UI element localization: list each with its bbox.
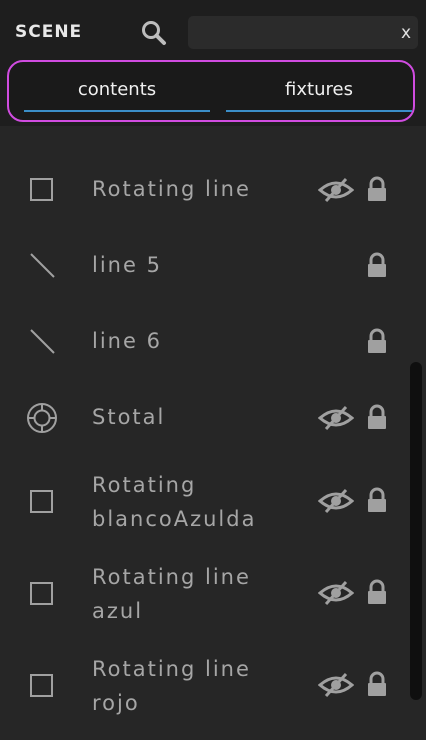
lock-icon[interactable] — [366, 671, 388, 697]
list-item[interactable]: Stotal — [0, 390, 406, 446]
item-label: line 6 — [92, 329, 162, 353]
item-label-line-1: Rotating line — [92, 657, 251, 681]
item-label-line-1: Rotating — [92, 473, 197, 497]
visibility-off-icon[interactable] — [318, 580, 354, 606]
scene-header: SCENE x — [0, 0, 426, 66]
visibility-off-icon[interactable] — [318, 405, 354, 431]
visibility-off-icon[interactable] — [318, 177, 354, 203]
lock-icon[interactable] — [366, 176, 388, 202]
item-label-line-1: Rotating line — [92, 565, 251, 589]
item-label-line-2: azul — [92, 599, 144, 623]
square-icon — [30, 674, 53, 697]
square-icon — [30, 582, 53, 605]
list-item[interactable]: Rotating line azul — [0, 558, 406, 634]
scrollbar-thumb[interactable] — [410, 362, 422, 700]
lock-icon[interactable] — [366, 404, 388, 430]
lock-icon[interactable] — [366, 579, 388, 605]
item-label-line-2: rojo — [92, 691, 140, 715]
list-item[interactable]: Rotating line — [0, 162, 406, 218]
lock-icon[interactable] — [366, 252, 388, 278]
list-item[interactable]: Rotating line rojo — [0, 650, 406, 726]
tab-fixtures[interactable]: fixtures — [226, 74, 412, 112]
item-label: Stotal — [92, 405, 166, 429]
clear-search-button[interactable]: x — [398, 22, 414, 44]
list-item[interactable]: line 5 — [0, 238, 406, 294]
search-icon[interactable] — [141, 20, 167, 46]
target-icon — [27, 403, 57, 433]
scene-contents-list: Rotating line line 5 line 6 Stotal Rotat… — [0, 126, 426, 740]
visibility-off-icon[interactable] — [318, 672, 354, 698]
square-icon — [30, 490, 53, 513]
item-label: Rotating line — [92, 177, 251, 201]
list-item[interactable]: Rotating blancoAzulda — [0, 466, 406, 542]
lock-icon[interactable] — [366, 487, 388, 513]
line-icon — [30, 329, 55, 354]
lock-icon[interactable] — [366, 328, 388, 354]
tab-bar: contents fixtures — [7, 60, 415, 122]
line-icon — [30, 253, 55, 278]
panel-title: SCENE — [15, 22, 83, 42]
visibility-off-icon[interactable] — [318, 488, 354, 514]
square-icon — [30, 178, 53, 201]
list-item[interactable]: line 6 — [0, 314, 406, 370]
tab-contents[interactable]: contents — [24, 74, 210, 112]
search-input[interactable] — [188, 16, 418, 49]
item-label: line 5 — [92, 253, 162, 277]
item-label-line-2: blancoAzulda — [92, 507, 257, 531]
